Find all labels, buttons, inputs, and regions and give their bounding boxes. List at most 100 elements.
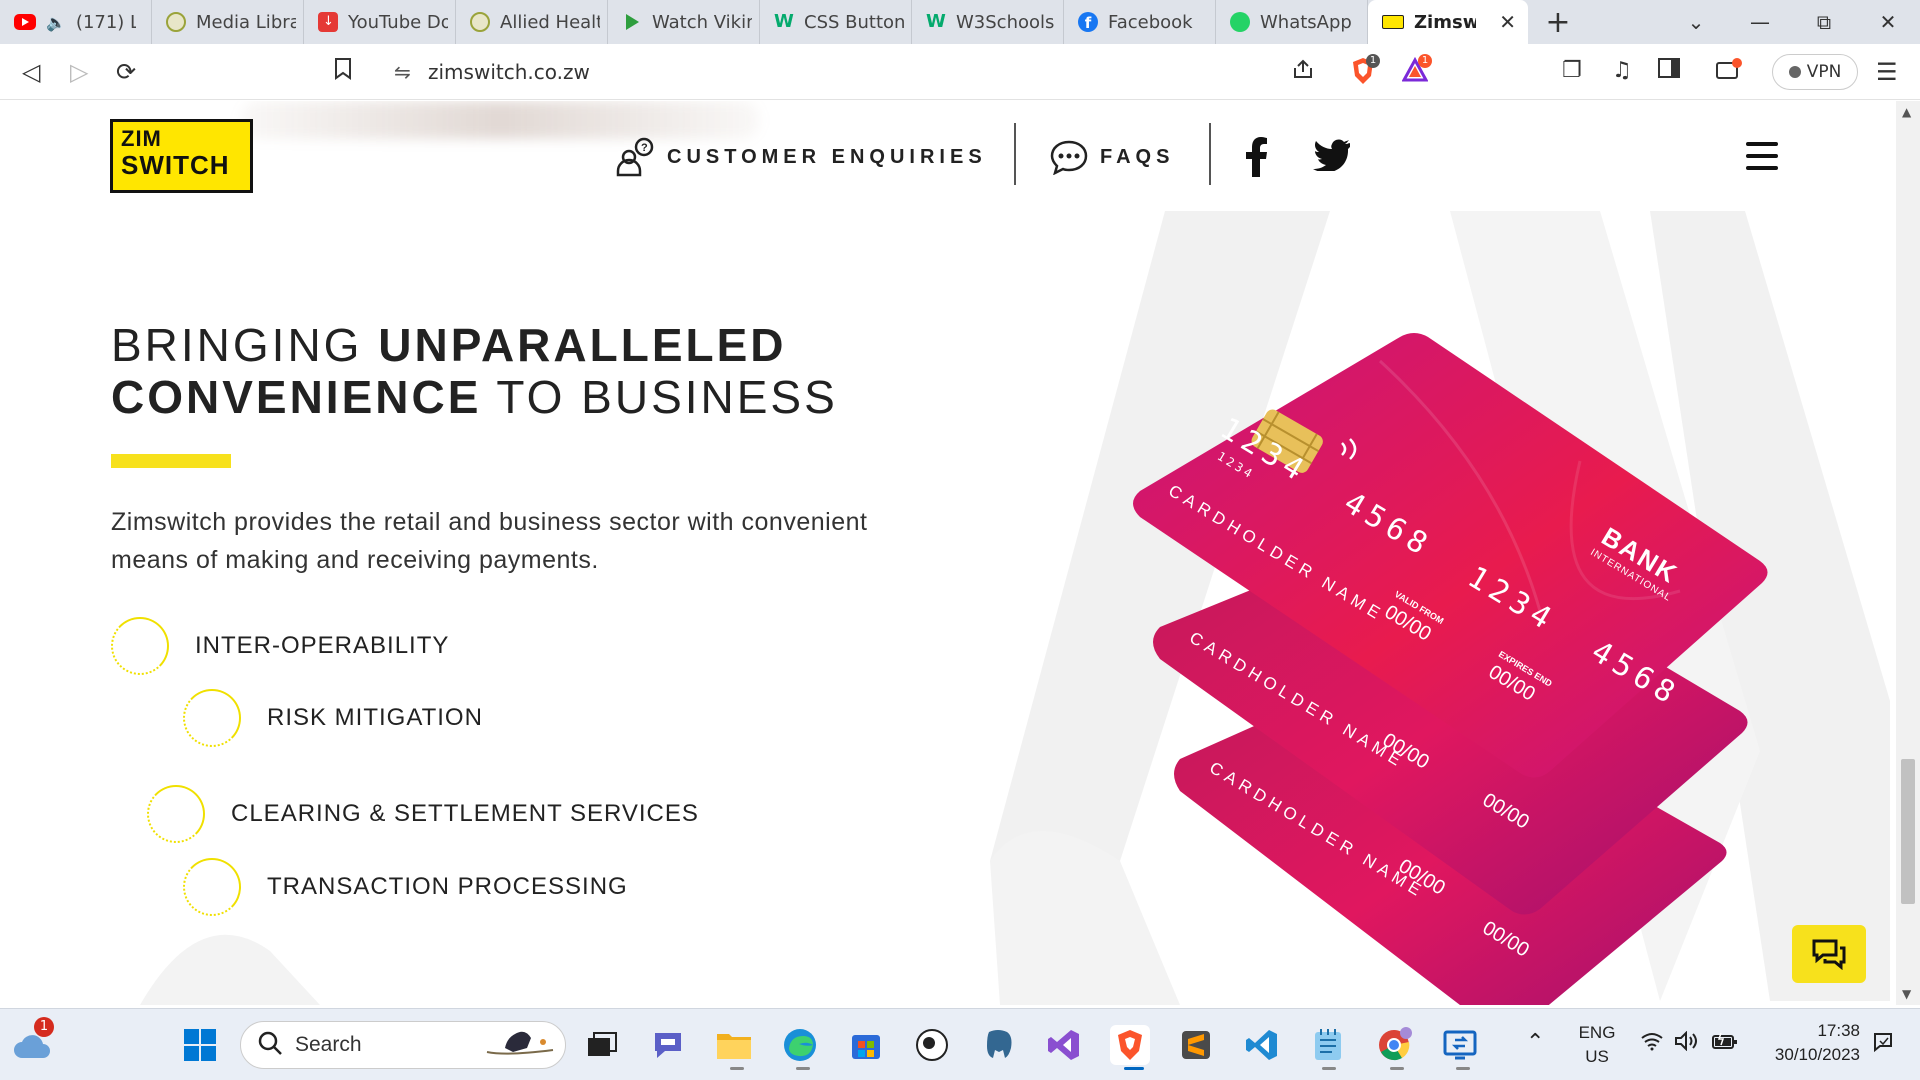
minimize-button[interactable]: — [1728, 0, 1792, 44]
running-indicator [1322, 1067, 1336, 1070]
sidebar-icon[interactable] [1658, 58, 1680, 84]
facebook-icon[interactable] [1244, 137, 1268, 181]
feature-ring-icon [183, 689, 241, 747]
taskbar-search-box[interactable]: Search [240, 1021, 566, 1069]
tab-css-buttons[interactable]: W CSS Buttons [760, 0, 912, 44]
window-controls: ⌄ — ⧉ ✕ [1664, 0, 1920, 44]
share-icon[interactable] [1292, 58, 1314, 86]
tab-allied-health[interactable]: Allied Healt [456, 0, 608, 44]
hero-title-bold2: CONVENIENCE [111, 371, 482, 423]
tab-media-library[interactable]: Media Libra [152, 0, 304, 44]
media-music-icon[interactable]: ♫ [1612, 58, 1632, 83]
hamburger-menu-button[interactable] [1744, 139, 1780, 177]
feature-ring-icon [183, 858, 241, 916]
w3schools-icon: W [774, 11, 794, 32]
language-indicator[interactable]: ENG US [1570, 1023, 1624, 1067]
bookmark-icon[interactable] [334, 58, 352, 86]
notifications-icon[interactable] [1872, 1031, 1894, 1058]
chrome-icon[interactable] [1374, 1025, 1414, 1065]
forward-icon[interactable]: ▷ [70, 58, 88, 86]
start-button[interactable] [180, 1025, 220, 1065]
vpn-label: VPN [1806, 62, 1842, 82]
visual-studio-icon[interactable] [1044, 1025, 1084, 1065]
tab-youtube-downloader[interactable]: ↓ YouTube Do [304, 0, 456, 44]
show-hidden-icons-chevron[interactable]: ⌃ [1526, 1029, 1544, 1055]
notepad-icon[interactable] [1308, 1025, 1348, 1065]
tab-facebook[interactable]: f Facebook [1064, 0, 1216, 44]
faqs-label: FAQS [1100, 145, 1175, 168]
feature-label: TRANSACTION PROCESSING [267, 873, 628, 900]
browser-tab-strip: 🔈 (171) Liv Media Libra ↓ YouTube Do All… [0, 0, 1920, 44]
accent-underline [111, 454, 231, 468]
microsoft-store-icon[interactable] [846, 1025, 886, 1065]
tab-label: (171) Liv [75, 11, 136, 33]
remote-desktop-icon[interactable] [1440, 1025, 1480, 1065]
search-highlight-bird-icon [485, 1028, 555, 1068]
vscode-icon[interactable] [1242, 1025, 1282, 1065]
task-view-icon[interactable] [582, 1025, 622, 1065]
url-text[interactable]: zimswitch.co.zw [428, 60, 590, 84]
tab-label: Facebook [1108, 11, 1193, 33]
scroll-down-arrow-icon[interactable]: ▼ [1902, 987, 1911, 1001]
brave-browser-icon[interactable] [1110, 1025, 1150, 1065]
page-scrollbar[interactable]: ▲ ▼ [1896, 101, 1920, 1005]
feature-label: RISK MITIGATION [267, 704, 483, 731]
new-tab-button[interactable]: + [1528, 0, 1588, 44]
tab-watch-vikings[interactable]: Watch Vikin [608, 0, 760, 44]
live-chat-button[interactable] [1792, 925, 1866, 983]
hero-title-pre: BRINGING [111, 319, 379, 371]
webpage-viewport: ZIM SWITCH ? CUSTOMER ENQUIRIES FAQS BRI… [0, 101, 1896, 1005]
tab-search-chevron-icon[interactable]: ⌄ [1664, 0, 1728, 44]
postgresql-icon[interactable] [978, 1025, 1018, 1065]
battery-icon[interactable] [1712, 1031, 1738, 1056]
volume-icon[interactable] [1674, 1030, 1698, 1056]
restore-button[interactable]: ⧉ [1792, 0, 1856, 44]
tab-w3schools[interactable]: W W3Schools [912, 0, 1064, 44]
running-indicator [730, 1067, 744, 1070]
scroll-up-arrow-icon[interactable]: ▲ [1902, 105, 1911, 119]
reload-icon[interactable]: ⟳ [116, 58, 136, 86]
hero-description: Zimswitch provides the retail and busine… [111, 508, 868, 574]
brave-badge: 1 [1366, 54, 1380, 68]
faqs-link[interactable]: FAQS [1050, 119, 1174, 195]
customer-enquiries-link[interactable]: ? CUSTOMER ENQUIRIES [615, 119, 987, 195]
tab-youtube-live[interactable]: 🔈 (171) Liv [0, 0, 152, 44]
youtube-icon [14, 14, 36, 30]
logo-text-line1: ZIM [121, 126, 162, 151]
zimswitch-logo[interactable]: ZIM SWITCH [110, 119, 253, 193]
brave-rewards-icon[interactable]: 1 [1401, 54, 1432, 86]
customer-enquiries-label: CUSTOMER ENQUIRIES [667, 145, 987, 168]
extensions-icon[interactable]: ❐ [1562, 58, 1582, 83]
running-indicator [1456, 1067, 1470, 1070]
scroll-thumb[interactable] [1901, 759, 1915, 904]
close-tab-icon[interactable]: ✕ [1499, 10, 1516, 34]
speaker-icon[interactable]: 🔈 [46, 13, 66, 32]
weather-widget[interactable]: 1 [12, 1017, 54, 1065]
system-clock[interactable]: 17:38 30/10/2023 [1760, 1021, 1860, 1065]
close-window-button[interactable]: ✕ [1856, 0, 1920, 44]
windows-logo-icon [184, 1029, 216, 1061]
site-settings-icon[interactable]: ⇋ [394, 60, 411, 84]
customer-support-icon: ? [616, 137, 654, 177]
edge-browser-icon[interactable] [780, 1025, 820, 1065]
wallet-icon[interactable] [1716, 58, 1742, 86]
eclipse-ide-icon[interactable] [912, 1025, 952, 1065]
back-icon[interactable]: ◁ [22, 58, 40, 86]
clock-date: 30/10/2023 [1774, 1045, 1860, 1064]
chat-teams-icon[interactable] [648, 1025, 688, 1065]
feature-ring-icon [147, 785, 205, 843]
feature-label: CLEARING & SETTLEMENT SERVICES [231, 800, 699, 827]
wifi-icon[interactable] [1640, 1031, 1664, 1057]
address-bar[interactable]: ⇋ zimswitch.co.zw [378, 52, 1442, 92]
logo-text-line2: SWITCH [121, 150, 230, 180]
svg-text:?: ? [641, 142, 648, 154]
tab-whatsapp[interactable]: WhatsApp [1216, 0, 1368, 44]
menu-icon[interactable]: ☰ [1876, 58, 1898, 86]
twitter-icon[interactable] [1312, 139, 1352, 175]
sublime-text-icon[interactable] [1176, 1025, 1216, 1065]
file-explorer-icon[interactable] [714, 1025, 754, 1065]
vpn-button[interactable]: VPN [1772, 54, 1858, 90]
brave-shields-icon[interactable]: 1 [1350, 54, 1380, 86]
language-line2: US [1585, 1047, 1609, 1066]
tab-zimswitch[interactable]: Zimswi ✕ [1368, 0, 1528, 44]
